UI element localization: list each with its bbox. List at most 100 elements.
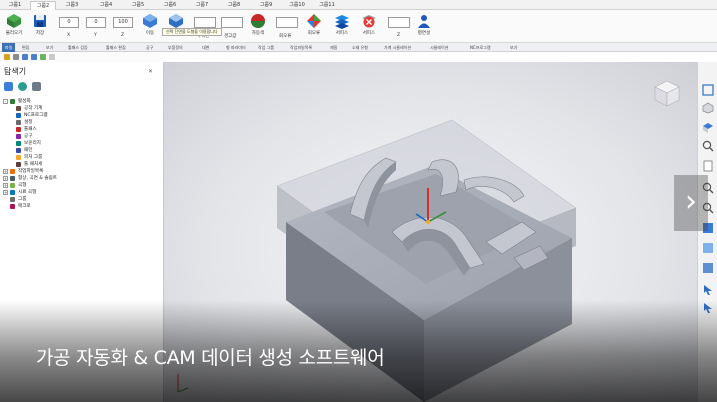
tree-node[interactable]: + 곡형 — [3, 182, 158, 189]
load-button[interactable]: 불러오기 — [4, 12, 24, 42]
explorer-home-icon[interactable] — [4, 82, 13, 91]
strip-item-simulation[interactable]: 시뮬레이션 — [430, 43, 448, 52]
fit-view-icon[interactable] — [702, 84, 714, 96]
refresh-icon[interactable] — [40, 54, 46, 60]
plane-z-input[interactable] — [388, 17, 410, 28]
strip-item-view-2[interactable]: 보기 — [510, 43, 517, 52]
tree-node[interactable]: 공작 기계 — [3, 105, 158, 112]
expand-icon[interactable]: + — [3, 169, 8, 174]
save-button[interactable]: 저장 — [30, 12, 50, 42]
tree-node[interactable]: + 작업파일목록 — [3, 168, 158, 175]
tab-group-4[interactable]: 그룹4 — [94, 1, 118, 10]
zoom-icon[interactable] — [702, 140, 714, 152]
expand-icon[interactable]: + — [3, 176, 8, 181]
tree-node[interactable]: 보윤리지 — [3, 140, 158, 147]
iso-view-icon[interactable] — [702, 102, 714, 114]
tree-node-label: 툴패스 — [24, 127, 37, 132]
tab-group-11[interactable]: 그룹11 — [314, 1, 340, 10]
strip-item-work-group[interactable]: 작업 그룹 — [258, 43, 274, 52]
top-view-icon[interactable] — [702, 122, 714, 134]
render-icon[interactable] — [702, 262, 714, 274]
tree-node[interactable]: 피처 그룹 — [3, 154, 158, 161]
tree-node[interactable]: NC프로그램 — [3, 112, 158, 119]
tree-node-label: 공구 — [24, 134, 33, 139]
folder-icon[interactable] — [4, 54, 10, 60]
tree-node-label: 시료 곡형 — [18, 190, 37, 195]
tab-group-10[interactable]: 그룹10 — [284, 1, 310, 10]
tree-node[interactable]: 패턴 — [3, 147, 158, 154]
tab-group-7[interactable]: 그룹7 — [190, 1, 214, 10]
tab-group-9[interactable]: 그룹9 — [254, 1, 278, 10]
tab-group-3[interactable]: 그룹3 — [60, 1, 84, 10]
strip-item-material[interactable]: 재질 — [330, 43, 337, 52]
y-label: Y — [94, 33, 97, 38]
tree-node-label: 그룹 — [18, 197, 27, 202]
strip-item-part[interactable]: 부품정의 — [168, 43, 183, 52]
tree-node-icon — [16, 106, 21, 111]
pin-icon[interactable]: ✕ — [148, 68, 155, 75]
tree-node[interactable]: 공구 — [3, 133, 158, 140]
error-button[interactable]: 회오류 — [304, 12, 324, 42]
strip-item-file[interactable]: 파일 — [2, 43, 16, 52]
select-icon[interactable] — [702, 284, 714, 296]
constraint-input[interactable] — [194, 17, 216, 28]
strip-item-face[interactable]: 대변 — [202, 43, 209, 52]
z-input[interactable]: 100 — [113, 17, 133, 28]
tree-node-label: 작업파일목록 — [18, 169, 44, 174]
tree-node-icon — [16, 127, 21, 132]
strip-item-work-files[interactable]: 작업파일목록 — [290, 43, 312, 52]
expand-icon[interactable]: + — [3, 190, 8, 195]
explorer-trash-icon[interactable] — [32, 82, 41, 91]
page-icon[interactable] — [702, 160, 714, 172]
strip-item-nc[interactable]: NC프로그램 — [470, 43, 491, 52]
wireframe-icon[interactable] — [702, 242, 714, 254]
expand-icon[interactable]: + — [3, 183, 8, 188]
strip-item-machine-sim[interactable]: 가계 시뮬레이션 — [384, 43, 411, 52]
tree-node[interactable]: + 형상, 곡면 & 솔림트 — [3, 175, 158, 182]
explorer-globe-icon[interactable] — [18, 82, 27, 91]
tab-group-8[interactable]: 그룹8 — [222, 1, 246, 10]
tree-node[interactable]: 그룹 — [3, 196, 158, 203]
gear-icon[interactable] — [13, 54, 19, 60]
strip-item-tool[interactable]: 공구 — [146, 43, 153, 52]
rotate-button[interactable]: 회전 — [166, 12, 186, 42]
strip-item-stock[interactable]: 소재 유형 — [352, 43, 368, 52]
tree-node[interactable]: 매크로 — [3, 203, 158, 210]
undo-icon[interactable] — [22, 54, 28, 60]
tree-node-icon — [10, 197, 15, 202]
tree-node[interactable]: 툴 패처세 — [3, 161, 158, 168]
tree-node[interactable]: 툴패스 — [3, 126, 158, 133]
surface-button-1[interactable]: 서피스 — [332, 12, 352, 42]
tab-group-1[interactable]: 그룹1 — [4, 1, 26, 10]
plane-button[interactable]: 평면설 — [414, 12, 434, 42]
error-input[interactable] — [276, 17, 298, 28]
tab-group-5[interactable]: 그룹5 — [126, 1, 150, 10]
auto-color-button[interactable]: 자동색 — [248, 12, 268, 42]
tree-node[interactable]: 설정 — [3, 119, 158, 126]
move-button[interactable]: 이동 — [140, 12, 160, 42]
load-label: 불러오기 — [5, 31, 23, 36]
view-cube-icon[interactable] — [652, 78, 682, 108]
tree-node[interactable]: - 활성화 — [3, 98, 158, 105]
surface-button-2[interactable]: 서피스 — [359, 12, 379, 42]
next-slide-button[interactable]: › — [674, 175, 708, 231]
redo-icon[interactable] — [31, 54, 37, 60]
collapse-icon[interactable]: - — [3, 99, 8, 104]
tree-node-label: 공작 기계 — [24, 106, 43, 111]
strip-item-verify[interactable]: 툴패스 검증 — [68, 43, 88, 52]
y-input[interactable]: 0 — [86, 17, 106, 28]
warning-input[interactable] — [221, 17, 243, 28]
x-label: X — [67, 33, 71, 38]
error-button-label: 회오류 — [307, 31, 321, 36]
tree-node-icon — [16, 141, 21, 146]
tab-group-2[interactable]: 그룹2 — [30, 1, 56, 10]
tab-group-6[interactable]: 그룹6 — [158, 1, 182, 10]
strip-item-edit[interactable]: 편집 — [22, 43, 29, 52]
strip-item-param[interactable]: 형 파라미터 — [226, 43, 246, 52]
strip-item-view[interactable]: 보기 — [46, 43, 53, 52]
tree-node[interactable]: + 시료 곡형 — [3, 189, 158, 196]
strip-item-toolpath-edit[interactable]: 툴패스 편집 — [106, 43, 126, 52]
tree-node-label: 보윤리지 — [24, 141, 41, 146]
x-input[interactable]: 0 — [59, 17, 79, 28]
more-icon[interactable] — [49, 54, 55, 60]
